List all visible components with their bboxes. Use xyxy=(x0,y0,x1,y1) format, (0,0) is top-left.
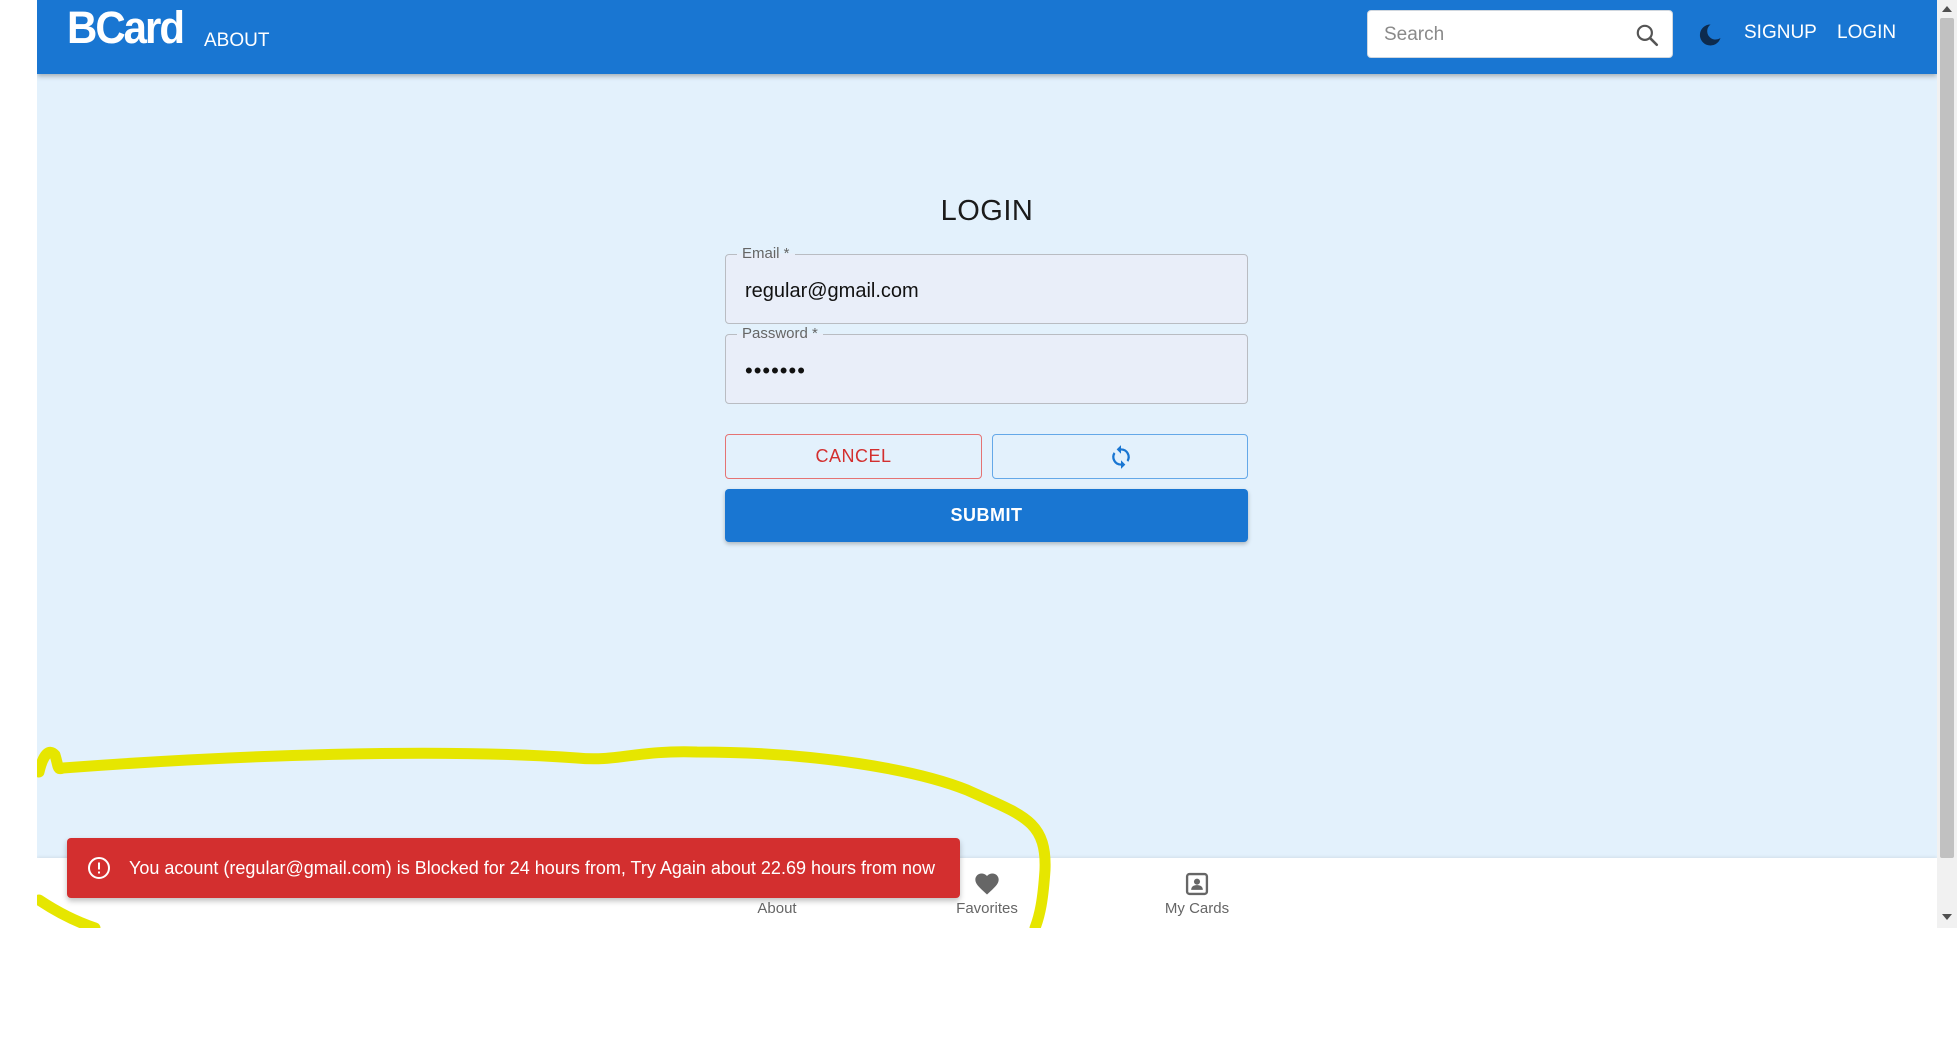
heart-icon xyxy=(975,873,999,895)
error-snackbar: You acount (regular@gmail.com) is Blocke… xyxy=(67,838,960,898)
vertical-scrollbar[interactable] xyxy=(1937,0,1957,928)
password-field[interactable]: Password * xyxy=(725,325,1248,404)
cancel-button[interactable]: CANCEL xyxy=(725,434,982,479)
search-box xyxy=(1367,10,1673,58)
nav-login-link[interactable]: LOGIN xyxy=(1837,22,1896,44)
bottom-nav-my-cards-label: My Cards xyxy=(1164,900,1230,917)
reset-form-button[interactable] xyxy=(992,434,1248,479)
search-icon[interactable] xyxy=(1634,22,1660,48)
email-input[interactable] xyxy=(743,277,1227,305)
password-input[interactable] xyxy=(743,357,1227,385)
login-title: LOGIN xyxy=(940,195,1034,227)
email-field[interactable]: Email * xyxy=(725,245,1248,324)
error-outline-icon xyxy=(88,857,110,879)
nav-signup-link[interactable]: SIGNUP xyxy=(1744,22,1817,44)
top-app-bar: BCard ABOUT SIGNUP LOGIN xyxy=(37,0,1937,74)
scroll-thumb[interactable] xyxy=(1940,18,1954,858)
email-label: Email * xyxy=(737,245,795,262)
contact-card-icon xyxy=(1185,872,1209,896)
app-window: BCard ABOUT SIGNUP LOGIN LOGIN Email * P… xyxy=(37,0,1937,928)
scroll-down-arrow-icon[interactable] xyxy=(1942,914,1952,920)
bottom-nav-favorites-label: Favorites xyxy=(956,900,1018,917)
submit-button[interactable]: SUBMIT xyxy=(725,489,1248,542)
scroll-up-arrow-icon[interactable] xyxy=(1942,6,1952,12)
bcard-logo[interactable]: BCard xyxy=(67,2,185,54)
dark-mode-moon-icon[interactable] xyxy=(1696,21,1724,49)
refresh-icon xyxy=(1112,445,1130,469)
nav-about-link[interactable]: ABOUT xyxy=(204,30,269,52)
snackbar-message: You acount (regular@gmail.com) is Blocke… xyxy=(129,858,936,878)
search-input[interactable] xyxy=(1382,21,1616,49)
bottom-nav-about-label: About xyxy=(757,900,797,917)
yellow-highlight-annotation xyxy=(37,746,1051,928)
password-label: Password * xyxy=(737,325,823,342)
bottom-nav-my-cards[interactable]: My Cards xyxy=(1127,870,1267,917)
